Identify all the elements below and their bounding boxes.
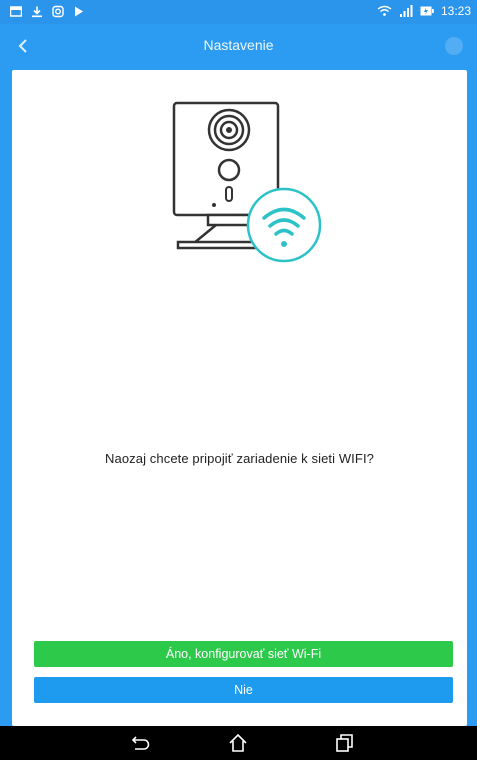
header-action[interactable] (445, 37, 463, 55)
gallery-icon (10, 6, 22, 17)
navigation-bar (0, 726, 477, 760)
configure-wifi-button[interactable]: Áno, konfigurovať sieť Wi-Fi (34, 641, 453, 667)
system-indicators: 13:23 (377, 4, 471, 18)
content-card: Naozaj chcete pripojiť zariadenie k siet… (12, 70, 467, 726)
clock: 13:23 (440, 4, 471, 18)
page-title: Nastavenie (203, 37, 274, 53)
back-icon[interactable] (130, 733, 152, 753)
wifi-icon (377, 5, 392, 16)
play-store-icon (75, 6, 83, 17)
confirmation-question: Naozaj chcete pripojiť zariadenie k siet… (105, 451, 374, 466)
cancel-button[interactable]: Nie (34, 677, 453, 703)
camera-stand (206, 213, 252, 227)
app-header: Nastavenie (0, 24, 477, 68)
instagram-icon (52, 5, 64, 18)
home-icon[interactable] (227, 733, 249, 753)
signal-icon (399, 5, 413, 17)
download-icon (32, 6, 42, 18)
recents-icon[interactable] (333, 733, 355, 753)
battery-icon (420, 6, 434, 16)
wifi-badge (246, 187, 322, 263)
status-bar: 13:23 (0, 0, 477, 24)
notification-icons (10, 5, 85, 18)
camera-wifi-illustration (172, 101, 322, 263)
